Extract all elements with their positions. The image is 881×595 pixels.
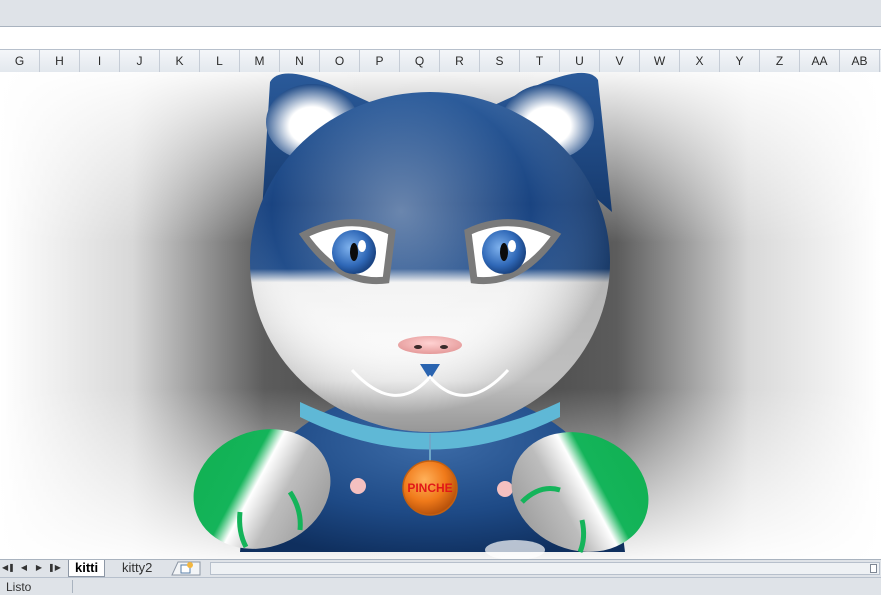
column-header-x[interactable]: X (680, 50, 720, 72)
column-header-s[interactable]: S (480, 50, 520, 72)
column-header-o[interactable]: O (320, 50, 360, 72)
column-header-m[interactable]: M (240, 50, 280, 72)
column-header-g[interactable]: G (0, 50, 40, 72)
last-sheet-icon[interactable]: ❚▶ (48, 562, 61, 574)
ribbon-strip (0, 0, 881, 27)
formula-bar[interactable] (0, 27, 881, 50)
status-text: Listo (6, 580, 32, 594)
column-header-v[interactable]: V (600, 50, 640, 72)
horizontal-scrollbar[interactable] (210, 562, 880, 575)
sheet-tab-kitti[interactable]: kitti (68, 560, 106, 577)
insert-sheet-icon[interactable] (170, 561, 204, 576)
status-bar: Listo (0, 577, 881, 595)
column-header-z[interactable]: Z (760, 50, 800, 72)
worksheet-grid[interactable]: PINCHE (0, 72, 881, 559)
column-header-h[interactable]: H (40, 50, 80, 72)
column-header-j[interactable]: J (120, 50, 160, 72)
column-header-t[interactable]: T (520, 50, 560, 72)
scroll-thumb[interactable] (870, 564, 877, 573)
column-header-r[interactable]: R (440, 50, 480, 72)
column-header-i[interactable]: I (80, 50, 120, 72)
column-header-k[interactable]: K (160, 50, 200, 72)
column-header-y[interactable]: Y (720, 50, 760, 72)
pendant-label: PINCHE (407, 481, 452, 495)
status-divider (72, 580, 73, 593)
column-header-w[interactable]: W (640, 50, 680, 72)
sheet-tab-bar: ◀❚ ◀ ▶ ❚▶ kitti kitty2 (0, 559, 881, 577)
column-header-row: G H I J K L M N O P Q R S T U V W X Y Z AA AB (0, 50, 881, 73)
prev-sheet-icon[interactable]: ◀ (18, 562, 30, 574)
sheet-tab-kitty2[interactable]: kitty2 (116, 560, 158, 577)
kitty-artwork: PINCHE (0, 72, 881, 559)
next-sheet-icon[interactable]: ▶ (33, 562, 45, 574)
column-header-aa[interactable]: AA (800, 50, 840, 72)
column-header-p[interactable]: P (360, 50, 400, 72)
column-header-ab[interactable]: AB (840, 50, 880, 72)
column-header-n[interactable]: N (280, 50, 320, 72)
column-header-l[interactable]: L (200, 50, 240, 72)
first-sheet-icon[interactable]: ◀❚ (2, 562, 15, 574)
column-header-q[interactable]: Q (400, 50, 440, 72)
column-header-u[interactable]: U (560, 50, 600, 72)
